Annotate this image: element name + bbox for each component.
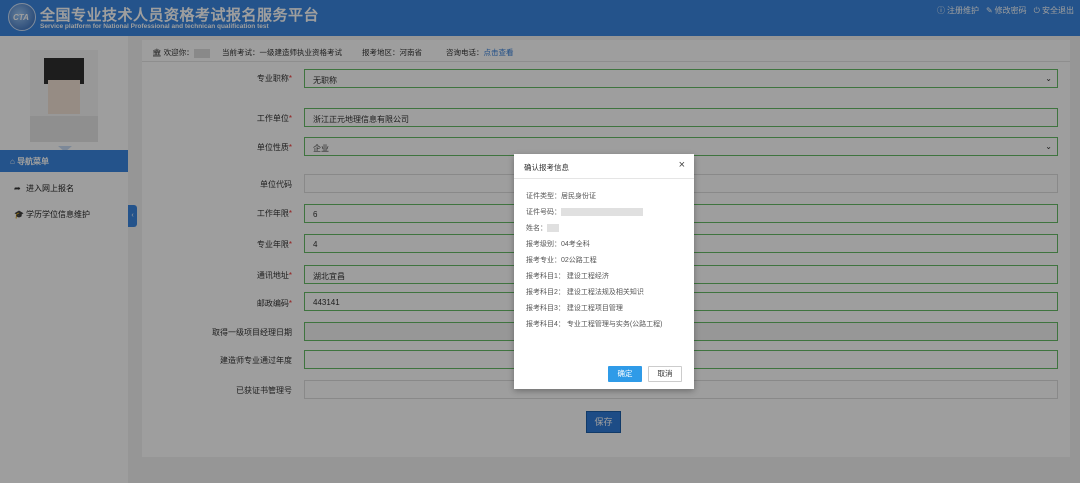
info-id-type: 证件类型：居民身份证 xyxy=(526,193,596,200)
id-number-blurred xyxy=(561,208,643,217)
info-level: 报考级别：04考全科 xyxy=(526,241,590,248)
dialog-title: 确认报考信息 xyxy=(524,163,569,172)
info-subject-2: 报考科目2： 建设工程法规及相关知识 xyxy=(526,289,644,296)
info-id-number: 证件号码： xyxy=(526,207,643,217)
info-subject-1: 报考科目1： 建设工程经济 xyxy=(526,273,609,280)
name-blurred xyxy=(547,224,559,233)
cancel-button[interactable]: 取消 xyxy=(648,366,682,382)
info-subject-3: 报考科目3： 建设工程项目管理 xyxy=(526,305,623,312)
info-major: 报考专业：02公路工程 xyxy=(526,257,597,264)
confirm-button[interactable]: 确定 xyxy=(608,366,642,382)
close-icon[interactable]: × xyxy=(679,159,685,171)
confirm-dialog: 确认报考信息 × 证件类型：居民身份证 证件号码： 姓名： 报考级别：04考全科… xyxy=(514,154,694,389)
dialog-divider xyxy=(514,178,694,179)
info-subject-4: 报考科目4： 专业工程管理与实务(公路工程) xyxy=(526,321,663,328)
info-name: 姓名： xyxy=(526,223,559,233)
